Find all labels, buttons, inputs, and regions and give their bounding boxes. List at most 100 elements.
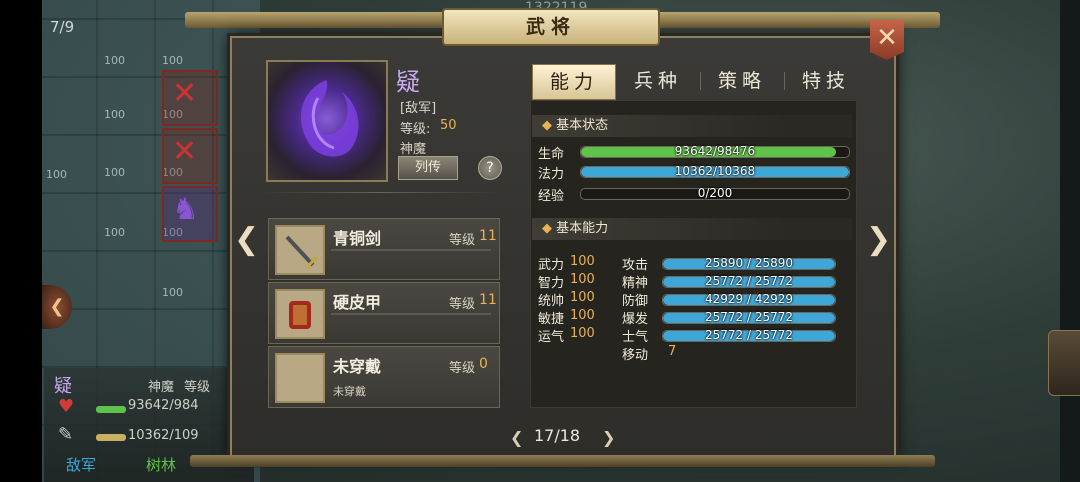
close-x-icon[interactable]: ✕ [870,20,904,60]
attr-label: 运气 [538,330,565,345]
screen-left-edge [0,0,42,482]
page-indicator: 17/18 [534,426,581,445]
mp-bar: 10362/10368 [580,164,850,178]
equipment-level-value: 11 [479,228,497,244]
equipment-slot-weapon[interactable]: 青铜剑 等级 11 [268,218,500,280]
hero-name: 疑 [396,68,420,96]
combat-bar-text: 25772 / 25772 [704,328,794,342]
divider [262,192,498,193]
attr-label: 敏捷 [538,312,565,327]
dialog-bottom-rail [190,455,935,467]
chevron-left-icon[interactable]: ❮ [234,222,259,257]
combat-label: 爆发 [622,312,649,327]
unit-mp-bar [96,434,126,441]
equipment-name: 硬皮甲 [333,293,382,312]
equipment-divider [331,249,491,251]
tile-label: 100 [162,54,183,67]
mp-bar-text: 10362/10368 [674,164,756,178]
attr-value: 100 [570,290,595,305]
tile-label: 100 [46,168,67,181]
hero-level-label: 等级: [400,122,431,137]
tab-separator [700,72,701,90]
heart-icon: ♥ [58,396,75,417]
combat-bar-text: 42929 / 42929 [704,292,794,306]
unit-hp-text: 93642/984 [128,398,199,413]
move-value: 7 [668,344,677,359]
tab-separator [784,72,785,90]
combat-label: 防御 [622,294,649,309]
tile-label: 100 [162,286,183,299]
attr-value: 100 [570,308,595,323]
crossed-swords-icon: ✕ [172,76,198,111]
basic-ability-title: 基本能力 [556,221,609,236]
equipment-level-value: 0 [479,356,488,372]
tab-troop-type[interactable]: 兵种 [618,64,698,98]
right-side-menu-button[interactable] [1048,330,1080,396]
tile-label: 100 [104,54,125,67]
crossed-swords-icon: ✕ [172,134,198,169]
combat-label: 士气 [622,330,649,345]
equipment-level-label: 等级 [449,297,476,312]
basic-ability-header: ◆ 基本能力 [532,218,852,240]
help-icon[interactable]: ? [478,156,502,180]
attr-label: 统帅 [538,294,565,309]
enemy-marker-tile[interactable]: ✕ [162,128,218,184]
attr-label: 武力 [538,258,565,273]
purple-spirit-icon [301,80,359,157]
feather-icon: ✎ [58,424,74,445]
burst-bar: 25772 / 25772 [662,310,836,324]
basic-status-header: ◆ 基本状态 [532,115,852,137]
hp-bar-text: 93642/98476 [674,144,756,158]
hero-level-value: 50 [440,118,457,133]
equipment-name: 未穿戴 [333,357,382,376]
basic-status-title: 基本状态 [556,118,609,133]
unit-type: 神魔 [148,380,175,395]
enemy-unit-tile[interactable]: ♞ [162,186,218,242]
equipment-divider [331,313,491,315]
empty-slot-icon [275,353,325,403]
combat-bar-text: 25890 / 25890 [704,256,794,270]
hero-type: 神魔 [400,142,427,157]
hp-bar: 93642/98476 [580,144,850,158]
chevron-right-icon[interactable]: ❯ [866,222,891,257]
exp-label: 经验 [538,189,565,204]
attack-bar: 25890 / 25890 [662,256,836,270]
unit-terrain: 树林 [146,456,177,474]
exp-bar-text: 0/200 [697,186,733,200]
combat-label: 精神 [622,276,649,291]
combat-label: 攻击 [622,258,649,273]
spirit-bar: 25772 / 25772 [662,274,836,288]
tile-label: 100 [104,166,125,179]
tab-strategy[interactable]: 策略 [702,64,782,98]
biography-button[interactable]: 列传 [398,156,458,180]
attr-label: 智力 [538,276,565,291]
tile-label: 100 [104,226,125,239]
attr-value: 100 [570,272,595,287]
combat-bar-text: 25772 / 25772 [704,274,794,288]
unit-name: 疑 [54,376,72,397]
unit-faction: 敌军 [66,456,97,474]
hero-portrait [266,60,388,182]
diamond-icon: ◆ [542,221,552,236]
bronze-sword-icon [275,225,325,275]
unit-level-label: 等级 [184,380,211,395]
equipment-slot-accessory[interactable]: 未穿戴 等级 0 未穿戴 [268,346,500,408]
tab-special-skill[interactable]: 特技 [786,64,866,98]
equipment-level-label: 等级 [449,361,476,376]
next-page-icon[interactable]: ❯ [602,428,615,447]
equipment-status: 未穿戴 [333,385,366,398]
leather-armor-icon [275,289,325,339]
enemy-marker-tile[interactable]: ✕ [162,70,218,126]
equipment-slot-armor[interactable]: 硬皮甲 等级 11 [268,282,500,344]
move-label: 移动 [622,348,649,363]
prev-page-icon[interactable]: ❮ [510,428,523,447]
morale-bar: 25772 / 25772 [662,328,836,342]
hero-faction: [敌军] [400,101,437,116]
unit-hp-bar [96,406,126,413]
screen-right-edge [1060,0,1080,482]
tab-ability[interactable]: 能力 [532,64,616,100]
tile-label: 100 [104,108,125,121]
dialog-title: 武将 [442,8,660,46]
equipment-level-label: 等级 [449,233,476,248]
defense-bar: 42929 / 42929 [662,292,836,306]
